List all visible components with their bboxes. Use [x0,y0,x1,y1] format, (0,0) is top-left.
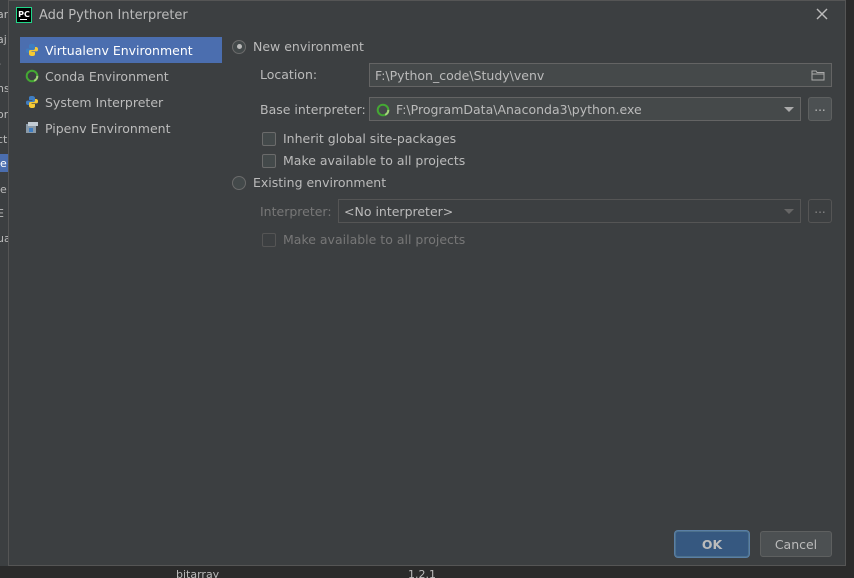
pipenv-icon [24,120,40,136]
background-ide-strip: ar aj - ns or ct je je E ua [0,0,11,578]
make-available-label: Make available to all projects [283,153,466,168]
base-interpreter-value: F:\ProgramData\Anaconda3\python.exe [396,101,642,117]
python-icon [24,42,40,58]
cancel-button[interactable]: Cancel [760,531,832,557]
folder-icon[interactable] [811,69,825,81]
existing-environment-radio[interactable]: Existing environment [232,175,386,190]
bg-text: E [0,207,4,220]
environment-type-list: Virtualenv Environment Conda Environment… [20,37,222,519]
location-value: F:\Python_code\Study\venv [375,67,545,83]
location-field[interactable]: F:\Python_code\Study\venv [369,63,832,87]
sidebar-item-virtualenv[interactable]: Virtualenv Environment [20,37,222,63]
dialog-title: Add Python Interpreter [39,8,188,23]
checkbox[interactable] [262,131,276,146]
python-icon [24,94,40,110]
sidebar-item-label: Pipenv Environment [45,120,171,136]
inherit-site-packages-label: Inherit global site-packages [283,131,457,146]
sidebar-item-label: Conda Environment [45,68,169,84]
sidebar-item-pipenv[interactable]: Pipenv Environment [20,115,222,141]
title-bar: PC Add Python Interpreter [9,1,845,31]
radio-button[interactable] [232,175,246,190]
bg-package-name: bitarray [176,568,220,578]
interpreter-select[interactable]: <No interpreter> [338,199,801,223]
bg-text: aj [0,33,7,46]
add-python-interpreter-dialog: PC Add Python Interpreter Virtualenv Env… [8,0,846,566]
ok-button[interactable]: OK [675,531,749,557]
sidebar-item-label: System Interpreter [45,94,164,110]
browse-base-interpreter-button[interactable]: ... [808,97,832,121]
environment-settings-panel: New environment Location: F:\Python_code… [230,37,834,517]
pycharm-icon: PC [16,7,32,23]
bg-package-version: 1.2.1 [408,568,436,578]
bg-text: - [0,57,1,70]
location-label: Location: [260,67,318,82]
interpreter-value: <No interpreter> [344,203,454,219]
sidebar-item-system-interpreter[interactable]: System Interpreter [20,89,222,115]
inherit-site-packages-checkbox[interactable]: Inherit global site-packages [262,131,456,146]
make-available-checkbox[interactable]: Make available to all projects [262,153,465,168]
existing-environment-label: Existing environment [253,175,387,190]
close-icon[interactable] [815,7,829,21]
existing-make-available-label: Make available to all projects [283,232,466,247]
sidebar-item-conda[interactable]: Conda Environment [20,63,222,89]
radio-button-checked[interactable] [232,39,246,54]
browse-interpreter-button[interactable]: ... [808,199,832,223]
bg-text: ct [0,133,8,146]
conda-icon [376,103,390,117]
new-environment-label: New environment [253,39,364,54]
base-interpreter-select[interactable]: F:\ProgramData\Anaconda3\python.exe [369,97,801,121]
existing-make-available-checkbox[interactable]: Make available to all projects [262,232,465,247]
checkbox[interactable] [262,153,276,168]
chevron-down-icon [784,209,794,214]
conda-icon [24,68,40,84]
checkbox[interactable] [262,232,276,247]
base-interpreter-label: Base interpreter: [260,102,366,117]
interpreter-label: Interpreter: [260,204,332,219]
chevron-down-icon [784,107,794,112]
background-ide-bottom: bitarray 1.2.1 [0,566,854,578]
bg-text: je [0,183,7,196]
sidebar-item-label: Virtualenv Environment [45,42,193,58]
bg-text: je [0,157,7,170]
new-environment-radio[interactable]: New environment [232,39,364,54]
